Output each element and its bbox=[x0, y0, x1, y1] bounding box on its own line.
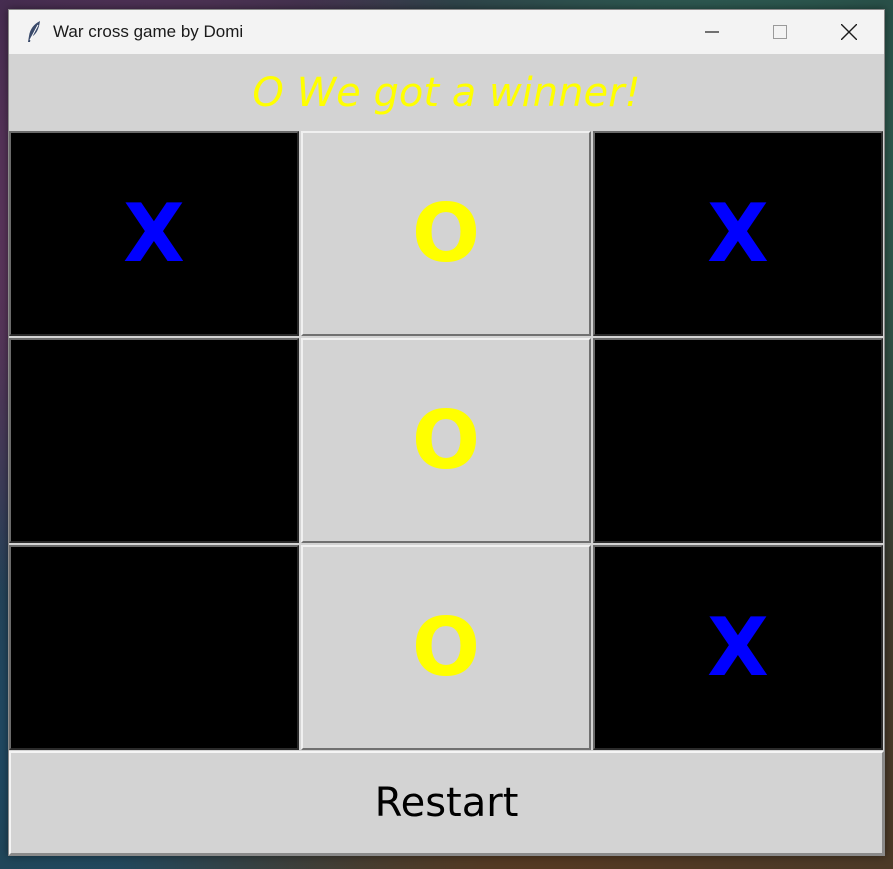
minimize-button[interactable] bbox=[679, 10, 745, 54]
o-mark: O bbox=[411, 187, 480, 280]
board-cell-3-1[interactable] bbox=[9, 545, 299, 750]
board-cell-1-1[interactable]: X bbox=[9, 131, 299, 336]
o-mark: O bbox=[411, 601, 480, 694]
board-cell-2-3[interactable] bbox=[593, 338, 883, 543]
x-mark: X bbox=[123, 187, 185, 280]
feather-icon bbox=[25, 20, 43, 44]
board-cell-1-3[interactable]: X bbox=[593, 131, 883, 336]
maximize-icon bbox=[773, 25, 787, 39]
board-cell-3-3[interactable]: X bbox=[593, 545, 883, 750]
maximize-button[interactable] bbox=[747, 10, 813, 54]
board-cell-3-2[interactable]: O bbox=[301, 545, 591, 750]
board-cell-1-2[interactable]: O bbox=[301, 131, 591, 336]
restart-button[interactable]: Restart bbox=[9, 751, 884, 855]
window-title: War cross game by Domi bbox=[53, 22, 244, 41]
game-window: War cross game by Domi O We got a winner… bbox=[8, 9, 885, 856]
x-mark: X bbox=[707, 187, 769, 280]
title-bar[interactable]: War cross game by Domi bbox=[9, 10, 884, 54]
x-mark: X bbox=[707, 601, 769, 694]
minimize-icon bbox=[705, 31, 719, 33]
board-cell-2-2[interactable]: O bbox=[301, 338, 591, 543]
winner-status: O We got a winner! bbox=[9, 54, 884, 131]
board-cell-2-1[interactable] bbox=[9, 338, 299, 543]
close-button[interactable] bbox=[816, 10, 882, 54]
close-icon bbox=[841, 24, 857, 40]
o-mark: O bbox=[411, 394, 480, 487]
